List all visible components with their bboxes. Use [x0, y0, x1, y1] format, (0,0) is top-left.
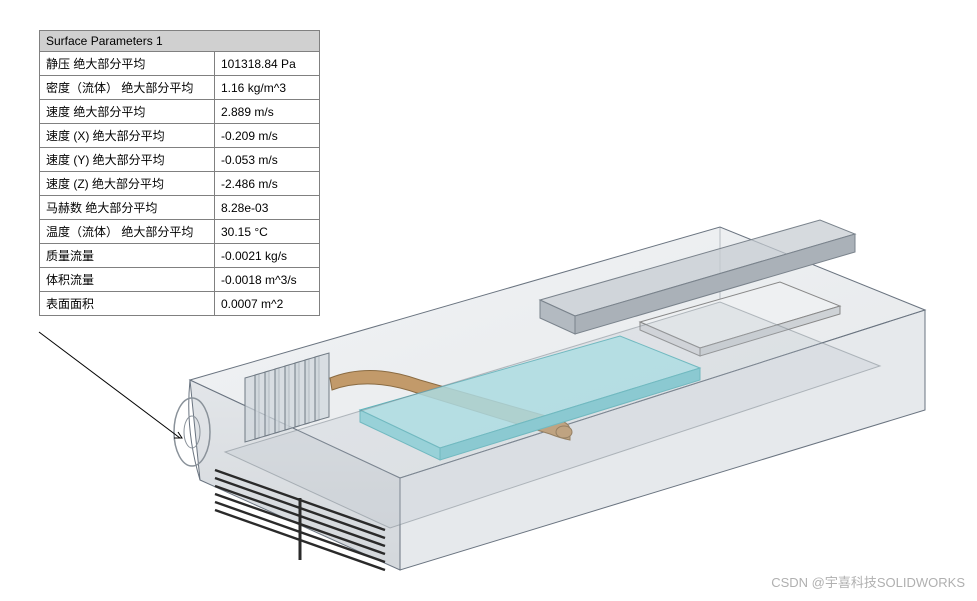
watermark-text: CSDN @宇喜科技SOLIDWORKS — [771, 572, 965, 591]
param-label: 速度 绝大部分平均 — [40, 100, 215, 124]
param-value: -0.053 m/s — [215, 148, 320, 172]
param-value: 0.0007 m^2 — [215, 292, 320, 316]
callout-title: Surface Parameters 1 — [40, 31, 320, 52]
param-value: 1.16 kg/m^3 — [215, 76, 320, 100]
table-row: 速度 绝大部分平均2.889 m/s — [40, 100, 320, 124]
table-row: 速度 (Y) 绝大部分平均-0.053 m/s — [40, 148, 320, 172]
param-value: 2.889 m/s — [215, 100, 320, 124]
surface-parameters-callout[interactable]: Surface Parameters 1 静压 绝大部分平均101318.84 … — [39, 30, 320, 316]
table-row: 表面面积0.0007 m^2 — [40, 292, 320, 316]
table-row: 温度（流体） 绝大部分平均30.15 °C — [40, 220, 320, 244]
table-row: 速度 (X) 绝大部分平均-0.209 m/s — [40, 124, 320, 148]
param-label: 速度 (Y) 绝大部分平均 — [40, 148, 215, 172]
table-row: 密度（流体） 绝大部分平均1.16 kg/m^3 — [40, 76, 320, 100]
param-label: 体积流量 — [40, 268, 215, 292]
param-value: 8.28e-03 — [215, 196, 320, 220]
param-label: 马赫数 绝大部分平均 — [40, 196, 215, 220]
table-row: 体积流量-0.0018 m^3/s — [40, 268, 320, 292]
param-label: 密度（流体） 绝大部分平均 — [40, 76, 215, 100]
param-label: 质量流量 — [40, 244, 215, 268]
param-label: 速度 (X) 绝大部分平均 — [40, 124, 215, 148]
param-value: 30.15 °C — [215, 220, 320, 244]
table-row: 质量流量-0.0021 kg/s — [40, 244, 320, 268]
param-value: -0.0021 kg/s — [215, 244, 320, 268]
param-label: 表面面积 — [40, 292, 215, 316]
param-label: 静压 绝大部分平均 — [40, 52, 215, 76]
param-label: 温度（流体） 绝大部分平均 — [40, 220, 215, 244]
param-value: -2.486 m/s — [215, 172, 320, 196]
param-value: 101318.84 Pa — [215, 52, 320, 76]
param-value: -0.209 m/s — [215, 124, 320, 148]
callout-body: 静压 绝大部分平均101318.84 Pa 密度（流体） 绝大部分平均1.16 … — [40, 52, 320, 316]
table-row: 静压 绝大部分平均101318.84 Pa — [40, 52, 320, 76]
param-label: 速度 (Z) 绝大部分平均 — [40, 172, 215, 196]
table-row: 马赫数 绝大部分平均8.28e-03 — [40, 196, 320, 220]
table-row: 速度 (Z) 绝大部分平均-2.486 m/s — [40, 172, 320, 196]
param-value: -0.0018 m^3/s — [215, 268, 320, 292]
